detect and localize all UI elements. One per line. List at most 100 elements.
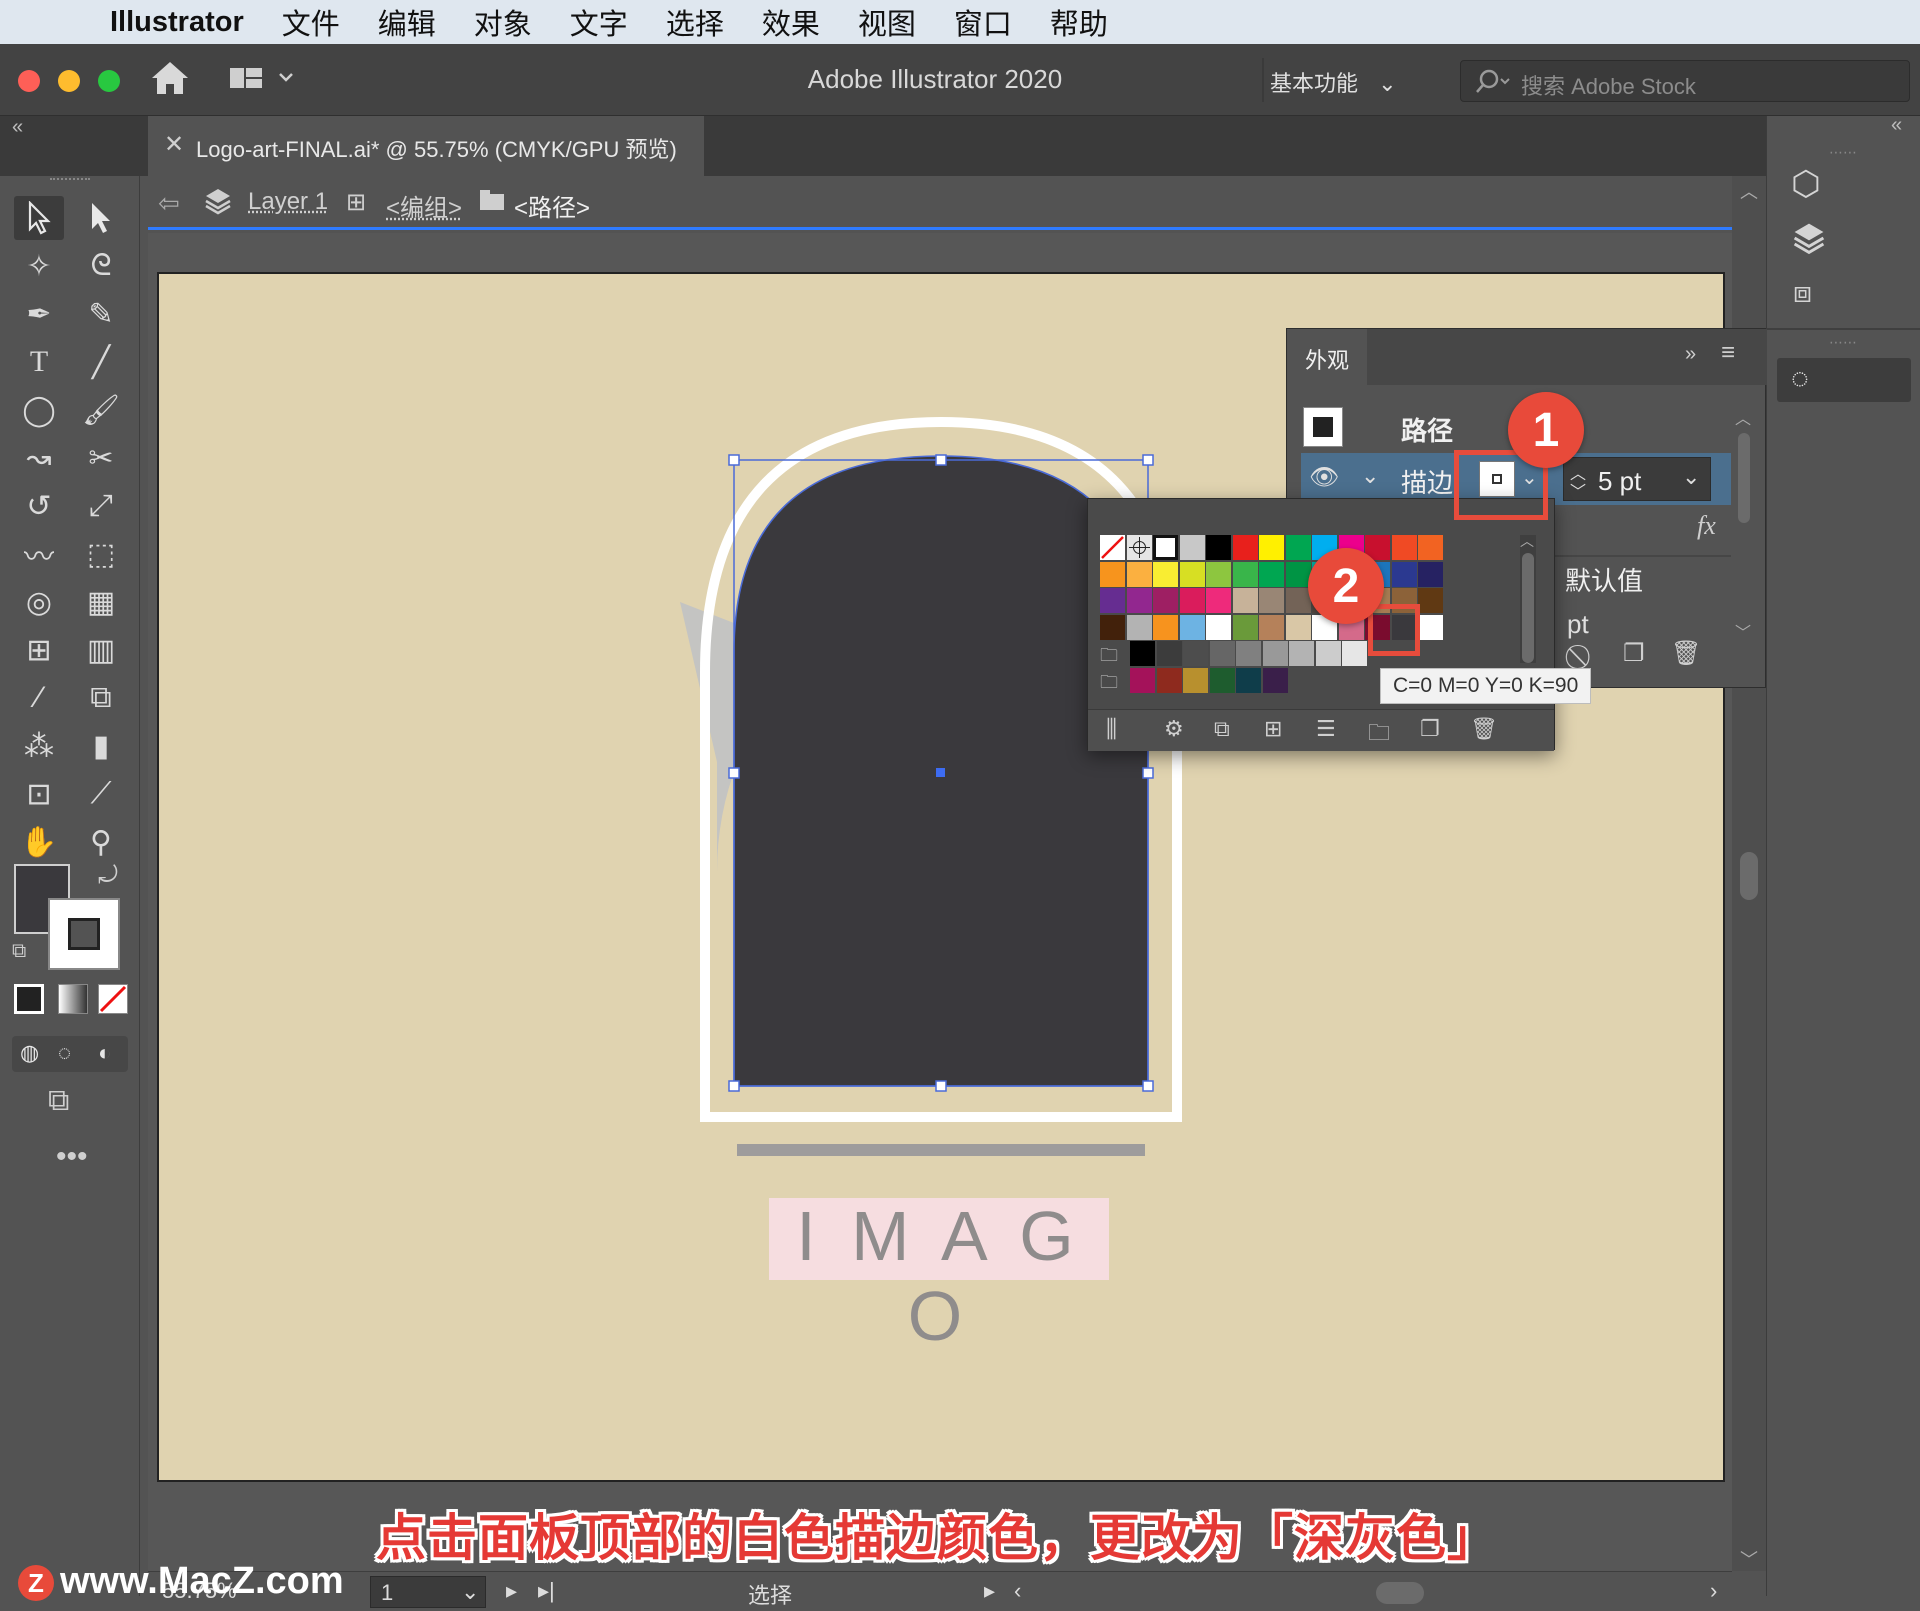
artboards-panel-icon[interactable]: ⧈ [1793,276,1812,310]
last-artboard-icon[interactable]: ▸| [538,1578,555,1604]
gradient-tool-icon[interactable]: ▥ [76,628,126,672]
mesh-tool-icon[interactable]: ⊞ [14,628,64,672]
color-swatch[interactable] [1153,562,1178,587]
visibility-eye-icon[interactable]: 👁 [1309,463,1339,492]
color-swatch[interactable] [1153,535,1178,560]
handle-top-left[interactable] [729,455,739,465]
color-swatch[interactable] [1157,641,1182,666]
direct-selection-tool-icon[interactable] [76,196,126,240]
warp-tool-icon[interactable]: 〰 [14,532,64,576]
hand-tool-icon[interactable]: ✋ [14,820,64,864]
appearance-scrollbar[interactable]: ︿ ﹀ [1735,339,1753,559]
menu-view[interactable]: 视图 [858,1,916,43]
color-swatch[interactable] [1259,562,1284,587]
artboard-dropdown-icon[interactable]: ⌄ [461,1579,479,1605]
color-swatch[interactable] [1180,562,1205,587]
workspace-switcher[interactable]: 基本功能 ⌄ [1270,66,1397,98]
lasso-tool-icon[interactable]: ᘓ [76,244,126,288]
color-swatch[interactable] [1286,535,1311,560]
appearance-panel-button[interactable]: ◌ [1777,358,1911,402]
collapse-dock-icon[interactable]: « [1891,114,1902,137]
stepper-down-icon[interactable]: ﹀ [1570,478,1586,502]
color-swatch[interactable] [1127,615,1152,640]
color-swatch[interactable] [1130,641,1155,666]
libraries-panel-icon[interactable]: ⬡ [1791,164,1821,204]
delete-item-icon[interactable]: 🗑 [1671,639,1701,668]
new-swatch-icon[interactable]: ❐ [1420,716,1440,742]
next-artboard-icon[interactable]: ▸ [506,1578,517,1604]
menu-edit[interactable]: 编辑 [378,1,436,43]
handle-middle-right[interactable] [1143,768,1153,778]
scroll-up-icon[interactable]: ︿ [1740,178,1758,204]
color-swatch[interactable] [1127,535,1152,560]
line-segment-tool-icon[interactable]: ╱ [76,340,126,384]
new-color-group-icon[interactable]: 🗀 [1368,716,1390,754]
slice-tool-icon[interactable]: ⟋ [76,772,126,816]
stroke-weight-field[interactable]: ︿ ﹀ 5 pt ⌄ [1563,457,1711,501]
close-tab-icon[interactable]: ✕ [164,130,184,159]
shape-builder-tool-icon[interactable]: ◎ [14,580,64,624]
scale-tool-icon[interactable]: ⤢ [76,484,126,528]
color-swatch[interactable] [1233,615,1258,640]
rotate-tool-icon[interactable]: ↺ [14,484,64,528]
eyedropper-tool-icon[interactable]: ⁄ [14,676,64,720]
color-swatch[interactable] [1233,562,1258,587]
color-swatch[interactable] [1316,641,1341,666]
horizontal-scroll-thumb[interactable] [1376,1582,1424,1604]
color-swatch[interactable] [1180,615,1205,640]
color-swatch[interactable] [1259,615,1284,640]
color-swatch[interactable] [1342,641,1367,666]
color-swatch[interactable] [1259,535,1284,560]
color-swatch[interactable] [1100,615,1125,640]
color-swatch[interactable] [1289,641,1314,666]
fx-label[interactable]: fx [1697,511,1716,541]
scroll-right-icon[interactable]: › [1710,1578,1717,1604]
color-swatch[interactable] [1180,588,1205,613]
color-swatch[interactable] [1418,615,1443,640]
color-swatch[interactable] [1418,535,1443,560]
color-swatch[interactable] [1263,641,1288,666]
handle-bottom-right[interactable] [1143,1081,1153,1091]
color-swatch[interactable] [1206,588,1231,613]
menu-object[interactable]: 对象 [474,1,532,43]
column-graph-tool-icon[interactable]: ▮ [76,724,126,768]
color-swatch[interactable] [1263,668,1288,693]
draw-behind-icon[interactable]: ◌ [58,1040,71,1066]
color-swatch[interactable] [1233,535,1258,560]
color-swatch[interactable] [1233,588,1258,613]
color-swatch[interactable] [1286,588,1311,613]
free-transform-tool-icon[interactable]: ⬚ [76,532,126,576]
color-swatch[interactable] [1418,588,1443,613]
swap-fill-stroke-icon[interactable]: ⤾ [98,862,118,890]
scroll-down-icon[interactable]: ﹀ [1740,1546,1758,1572]
pen-tool-icon[interactable]: ✒ [14,292,64,336]
color-swatch[interactable] [1392,562,1417,587]
back-arrow-icon[interactable]: ⇦ [158,188,180,219]
perspective-grid-tool-icon[interactable]: ▦ [76,580,126,624]
scroll-down-icon[interactable]: ﹀ [1735,619,1751,643]
list-view-icon[interactable]: ☰ [1316,716,1336,742]
shaper-tool-icon[interactable]: ↝ [14,436,64,480]
screen-mode-icon[interactable]: ⧉ [48,1084,69,1118]
handle-bottom-center[interactable] [936,1081,946,1091]
color-swatch[interactable] [1100,562,1125,587]
stock-search-input[interactable]: 搜索 Adobe Stock [1460,60,1910,102]
type-tool-icon[interactable]: T [14,340,64,384]
blend-tool-icon[interactable]: ⧉ [76,676,126,720]
expand-chevron-icon[interactable]: ⌄ [1361,463,1379,489]
color-swatch[interactable] [1130,668,1155,693]
breadcrumb-layer[interactable]: Layer 1 [248,188,328,216]
ellipse-tool-icon[interactable]: ◯ [14,388,64,432]
status-menu-arrow-icon[interactable]: ▸ [984,1578,995,1604]
color-swatch[interactable] [1127,588,1152,613]
handle-bottom-left[interactable] [729,1081,739,1091]
color-swatch[interactable] [1183,641,1208,666]
layers-panel-icon[interactable] [1791,220,1827,261]
handle-top-right[interactable] [1143,455,1153,465]
color-swatch[interactable] [1286,615,1311,640]
menu-select[interactable]: 选择 [666,1,724,43]
menu-type[interactable]: 文字 [570,1,628,43]
color-swatch[interactable] [1392,535,1417,560]
handle-top-center[interactable] [936,455,946,465]
none-mode-icon[interactable] [98,984,128,1014]
